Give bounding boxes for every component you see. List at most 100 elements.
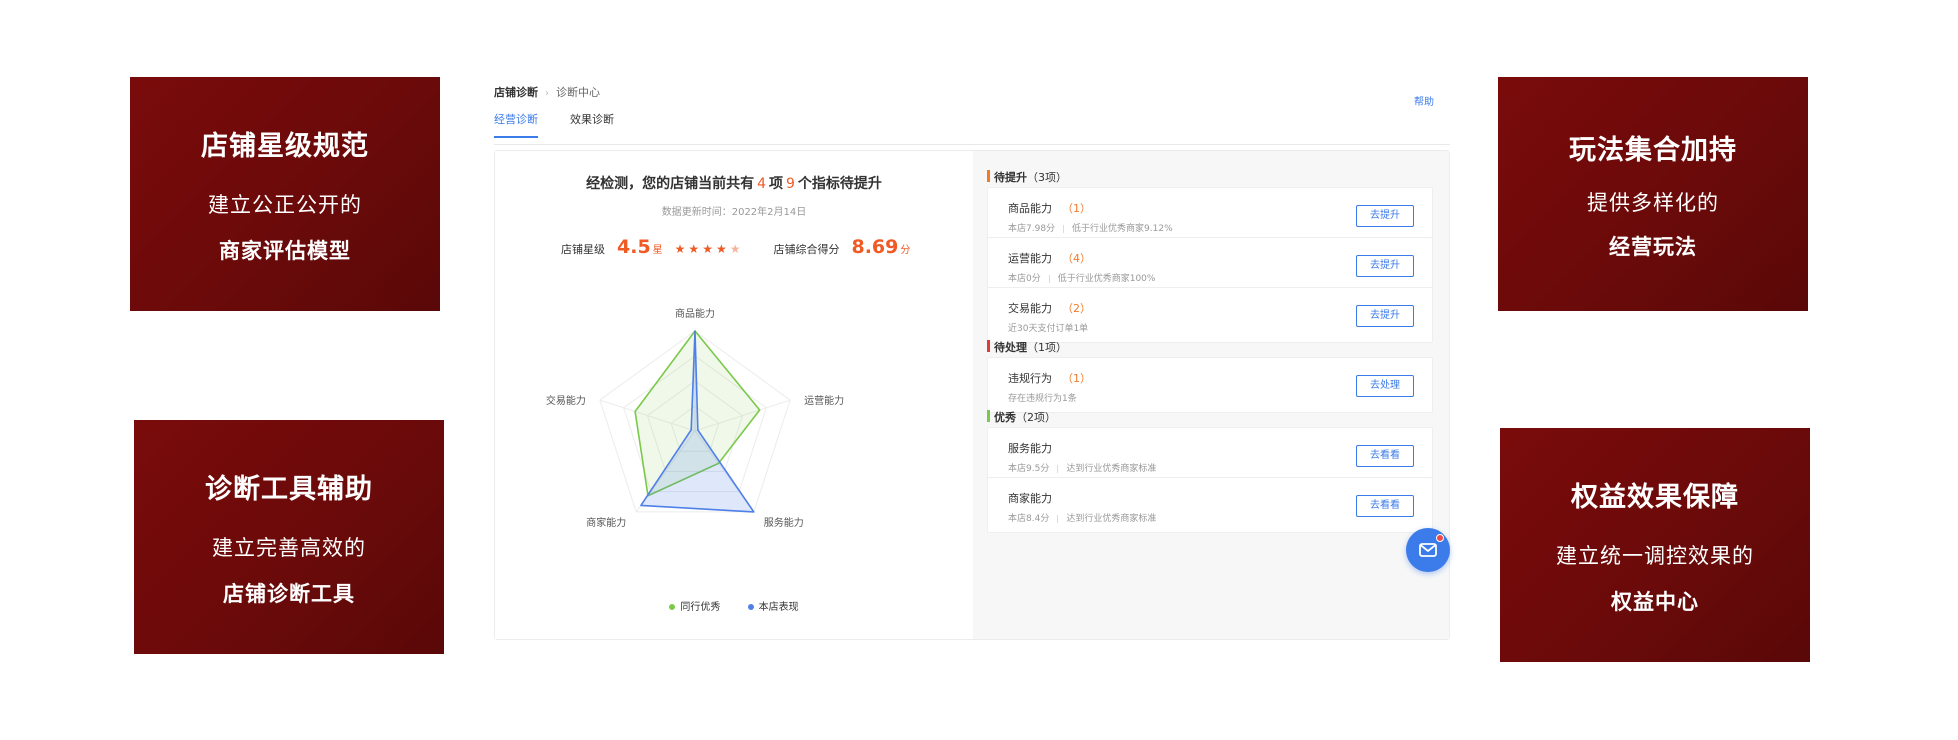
overall-score-label: 店铺综合得分 xyxy=(773,243,840,256)
list-item: 交易能力 （2） 近30天支付订单1单 去提升 xyxy=(987,287,1433,343)
legend-dot xyxy=(747,604,754,610)
section-title: 待处理 xyxy=(994,341,1027,354)
item-count: （4） xyxy=(1062,252,1091,265)
breadcrumb-current: 诊断中心 xyxy=(556,86,600,99)
improvement-list: 待提升（3项） 商品能力 （1） 本店7.98分 低于行业优秀商家9.12% 去提升… xyxy=(973,151,1449,639)
headline-prefix: 经检测，您的店铺当前共有 xyxy=(586,176,755,192)
list-item: 商品能力 （1） 本店7.98分 低于行业优秀商家9.12% 去提升 xyxy=(987,187,1433,243)
promo-card-gameplay: 玩法集合加持 提供多样化的 经营玩法 xyxy=(1498,77,1808,311)
message-button[interactable] xyxy=(1406,528,1450,572)
data-updated-time: 数据更新时间：2022年2月14日 xyxy=(661,207,807,218)
improve-button[interactable]: 去提升 xyxy=(1356,255,1414,277)
radar-legend: 同行优秀 本店表现 xyxy=(495,598,973,613)
legend-label-peer: 同行优秀 xyxy=(680,602,721,613)
item-count: 4 xyxy=(757,176,766,192)
legend-item-peer: 同行优秀 xyxy=(669,602,720,613)
tab-business-diagnosis[interactable]: 经营诊断 xyxy=(494,111,538,138)
legend-label-store: 本店表现 xyxy=(758,602,799,613)
notification-dot xyxy=(1436,534,1444,542)
improve-button[interactable]: 去提升 xyxy=(1356,305,1414,327)
radar-axis-label: 商品能力 xyxy=(675,307,715,320)
list-item: 商家能力 本店8.4分 达到行业优秀商家标准 去看看 xyxy=(987,477,1433,533)
section-count: （3项） xyxy=(1027,171,1067,184)
promo-card-benefits: 权益效果保障 建立统一调控效果的 权益中心 xyxy=(1500,428,1810,662)
promo-card-title: 权益效果保障 xyxy=(1571,481,1739,513)
item-score: 存在违规行为1条 xyxy=(1008,394,1077,404)
radar-axis-label: 商家能力 xyxy=(586,516,626,529)
promo-card-title: 玩法集合加持 xyxy=(1569,134,1737,166)
breadcrumb-root[interactable]: 店铺诊断 xyxy=(494,86,538,99)
overview-section: 经检测，您的店铺当前共有 4 项 9 个指标待提升 数据更新时间：2022年2月14日 … xyxy=(495,151,973,639)
promo-card-highlight: 经营玩法 xyxy=(1609,234,1697,259)
mail-icon xyxy=(1419,543,1437,557)
list-item: 运营能力 （4） 本店0分 低于行业优秀商家100% 去提升 xyxy=(987,237,1433,293)
promo-card-line: 建立完善高效的 xyxy=(212,535,366,560)
star-rating-value: 4.5 xyxy=(617,236,651,258)
item-compare: 达到行业优秀商家标准 xyxy=(1066,514,1157,524)
tab-effect-diagnosis[interactable]: 效果诊断 xyxy=(570,111,614,136)
promo-card-line: 建立统一调控效果的 xyxy=(1556,543,1754,568)
handle-button[interactable]: 去处理 xyxy=(1356,375,1414,397)
item-score: 本店8.4分 xyxy=(1008,514,1050,524)
section-to-improve: 待提升（3项） xyxy=(987,169,1067,185)
promo-card-highlight: 商家评估模型 xyxy=(219,238,351,263)
diagnosis-content: 经检测，您的店铺当前共有 4 项 9 个指标待提升 数据更新时间：2022年2月14日 … xyxy=(494,150,1450,640)
chevron-right-icon: › xyxy=(545,88,549,99)
radar-axis-label: 交易能力 xyxy=(546,394,586,407)
promo-card-store-rating: 店铺星级规范 建立公正公开的 商家评估模型 xyxy=(130,77,440,311)
item-title: 服务能力 xyxy=(1008,442,1052,455)
promo-card-line: 提供多样化的 xyxy=(1587,190,1719,215)
star-icon: ★★★★ xyxy=(674,242,730,256)
radar-chart: 商品能力运营能力服务能力 商家能力 交易能力 xyxy=(546,307,844,529)
item-count: （2） xyxy=(1062,302,1091,315)
legend-item-store: 本店表现 xyxy=(747,602,799,613)
radar-axis-label: 运营能力 xyxy=(804,394,844,407)
star-icons: ★★★★★ xyxy=(675,242,744,256)
page: 店铺星级规范 建立公正公开的 商家评估模型 玩法集合加持 提供多样化的 经营玩法… xyxy=(0,0,1958,740)
help-link[interactable]: 帮助 xyxy=(1414,93,1434,108)
promo-card-highlight: 店铺诊断工具 xyxy=(223,581,355,606)
section-count: （2项） xyxy=(1016,411,1056,424)
section-title: 待提升 xyxy=(994,171,1027,184)
item-compare: 低于行业优秀商家100% xyxy=(1057,274,1156,284)
promo-card-diagnosis-tool: 诊断工具辅助 建立完善高效的 店铺诊断工具 xyxy=(134,420,444,654)
promo-card-title: 店铺星级规范 xyxy=(201,130,369,162)
legend-dot xyxy=(669,604,676,610)
item-score: 近30天支付订单1单 xyxy=(1008,324,1089,334)
headline-suffix: 个指标待提升 xyxy=(797,176,882,192)
headline-middle: 项 xyxy=(769,176,783,192)
diagnosis-headline: 经检测，您的店铺当前共有 4 项 9 个指标待提升 xyxy=(495,173,973,193)
overall-score-unit: 分 xyxy=(900,245,911,256)
item-count: （1） xyxy=(1062,372,1091,385)
score-row: 店铺星级 4.5 星 ★★★★★ 店铺综合得分 8.69 分 xyxy=(561,236,910,258)
section-pending: 待处理（1项） xyxy=(987,339,1067,355)
breadcrumb: 店铺诊断 › 诊断中心 xyxy=(494,84,600,100)
metric-count: 9 xyxy=(786,176,795,192)
radar-axis-label: 服务能力 xyxy=(764,516,804,529)
item-title: 运营能力 xyxy=(1008,252,1052,265)
tab-bar: 经营诊断 效果诊断 xyxy=(494,111,1450,145)
item-score: 本店7.98分 xyxy=(1008,224,1056,234)
list-item: 违规行为 （1） 存在违规行为1条 去处理 xyxy=(987,357,1433,413)
item-compare: 达到行业优秀商家标准 xyxy=(1066,464,1157,474)
item-title: 违规行为 xyxy=(1008,372,1052,385)
half-star-icon: ★ xyxy=(729,242,744,256)
item-score: 本店0分 xyxy=(1008,274,1041,284)
promo-card-highlight: 权益中心 xyxy=(1611,589,1699,614)
list-item: 服务能力 本店9.5分 达到行业优秀商家标准 去看看 xyxy=(987,427,1433,483)
section-excellent: 优秀（2项） xyxy=(987,409,1056,425)
item-compare: 低于行业优秀商家9.12% xyxy=(1072,224,1173,234)
item-title: 商品能力 xyxy=(1008,202,1052,215)
overall-score-value: 8.69 xyxy=(851,236,899,258)
promo-card-line: 建立公正公开的 xyxy=(208,192,362,217)
improve-button[interactable]: 去提升 xyxy=(1356,205,1414,227)
item-title: 交易能力 xyxy=(1008,302,1052,315)
item-title: 商家能力 xyxy=(1008,492,1052,505)
section-title: 优秀 xyxy=(994,411,1016,424)
promo-card-title: 诊断工具辅助 xyxy=(205,473,373,505)
star-rating-label: 店铺星级 xyxy=(561,243,605,256)
view-button[interactable]: 去看看 xyxy=(1356,495,1414,517)
section-count: （1项） xyxy=(1027,341,1067,354)
star-rating-unit: 星 xyxy=(652,245,663,256)
view-button[interactable]: 去看看 xyxy=(1356,445,1414,467)
